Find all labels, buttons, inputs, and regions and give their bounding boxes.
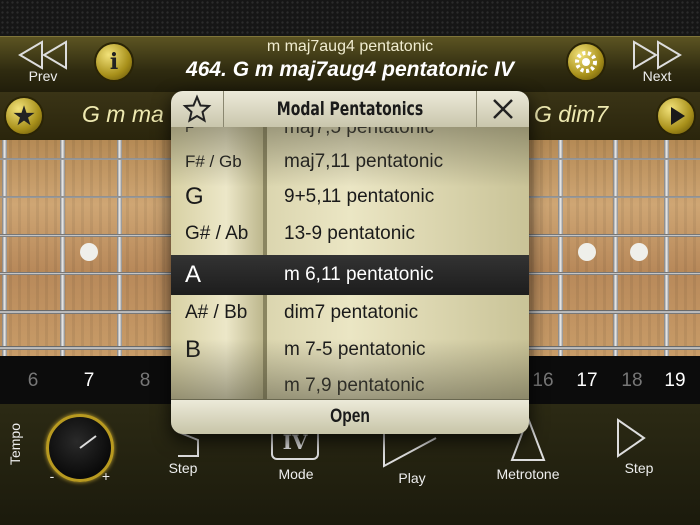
popup-close-button[interactable] — [476, 91, 529, 127]
modal-pentatonics-popup: Modal Pentatonics Fmaj7,5 pentatonic F# /… — [171, 91, 529, 434]
play-chord-button[interactable] — [656, 96, 696, 136]
picker-row[interactable]: G# / Ab 13-9 pentatonic — [171, 216, 529, 252]
fret-number: 16 — [532, 370, 554, 391]
chord-right-text: G dim7 — [534, 101, 609, 127]
mode-icon: IV — [271, 430, 319, 460]
picker-note-label: G — [185, 183, 204, 210]
mode-label: Mode — [278, 466, 314, 482]
step-forward-label: Step — [624, 460, 654, 476]
fret-number: 18 — [621, 370, 643, 391]
open-label: Open — [330, 406, 370, 427]
next-label: Next — [642, 68, 672, 84]
fret-wire — [60, 140, 65, 356]
mode-button[interactable]: IV Mode — [266, 430, 326, 486]
step-forward-icon — [617, 418, 646, 458]
picker-row[interactable]: m 7,9 pentatonic — [171, 368, 529, 399]
picker-note-label: G# / Ab — [185, 223, 249, 244]
step-forward-button[interactable]: Step — [612, 418, 666, 482]
prev-label: Prev — [28, 68, 58, 84]
picker-scale-label: m 6,11 pentatonic — [284, 264, 434, 285]
metrotone-label: Metrotone — [496, 466, 560, 482]
fret-number: 6 — [27, 370, 39, 391]
tempo-plus[interactable]: + — [98, 468, 114, 484]
popup-favorite-button[interactable] — [171, 91, 224, 127]
fret-marker-dot — [80, 243, 98, 261]
fret-number: 8 — [139, 370, 151, 391]
fret-wire — [117, 140, 122, 356]
popup-title: Modal Pentatonics — [276, 98, 424, 120]
double-right-arrow-icon — [633, 40, 682, 70]
fret-wire — [2, 140, 7, 356]
star-icon: ★ — [13, 101, 35, 130]
fret-number: 17 — [576, 370, 598, 391]
step-back-button[interactable]: Step — [160, 430, 206, 482]
fret-wire — [558, 140, 563, 356]
picker-scale-label: maj7,11 pentatonic — [284, 151, 444, 172]
fret-marker-dot — [578, 243, 596, 261]
picker-note-label: A — [185, 261, 202, 288]
double-left-arrow-icon — [18, 40, 67, 70]
scale-subtitle: m maj7aug4 pentatonic — [266, 38, 434, 55]
gear-icon — [575, 51, 597, 73]
fret-wire — [613, 140, 618, 356]
star-outline-icon — [182, 94, 212, 123]
play-icon — [671, 107, 685, 125]
open-button[interactable]: Open — [171, 399, 529, 434]
info-button[interactable]: i — [94, 42, 134, 82]
picker-row[interactable]: F# / Gb maj7,11 pentatonic — [171, 144, 529, 180]
scale-picker[interactable]: Fmaj7,5 pentatonic F# / Gb maj7,11 pentato… — [171, 127, 529, 399]
picker-scale-label: 13-9 pentatonic — [284, 223, 415, 244]
picker-row-selected[interactable]: Am 6,11 pentatonic — [171, 255, 529, 295]
picker-scale-label: m 7-5 pentatonic — [284, 339, 426, 360]
next-button[interactable]: Next — [622, 38, 692, 88]
tempo-minus[interactable]: - — [44, 468, 60, 484]
fret-number: 19 — [664, 370, 686, 391]
picker-row[interactable]: G 9+5,11 pentatonic — [171, 179, 529, 215]
favorite-button[interactable]: ★ — [4, 96, 44, 136]
step-back-icon — [177, 431, 199, 457]
chord-left-text: G m ma — [82, 101, 164, 127]
fret-wire — [664, 140, 669, 356]
play-icon — [383, 430, 437, 468]
picker-note-label: A# / Bb — [185, 302, 248, 323]
picker-row[interactable]: A# / Bb dim7 pentatonic — [171, 295, 529, 331]
step-back-label: Step — [168, 460, 198, 476]
play-label: Play — [398, 470, 426, 486]
fret-marker-dot — [630, 243, 648, 261]
scale-title: 464. G m maj7aug4 pentatonic IV — [186, 58, 514, 81]
tempo-label: Tempo — [7, 422, 23, 466]
prev-button[interactable]: Prev — [8, 38, 78, 88]
fret-number: 7 — [83, 370, 95, 391]
picker-note-label: B — [185, 336, 202, 363]
popup-header: Modal Pentatonics — [171, 91, 529, 128]
close-icon — [493, 99, 513, 119]
picker-note-label: F# / Gb — [185, 152, 242, 171]
play-button[interactable]: Play — [380, 430, 444, 490]
picker-scale-label: dim7 pentatonic — [284, 302, 419, 323]
picker-scale-label: 9+5,11 pentatonic — [284, 186, 435, 207]
picker-row[interactable]: Bm 7-5 pentatonic — [171, 332, 529, 368]
info-icon: i — [109, 49, 119, 75]
settings-button[interactable] — [566, 42, 606, 82]
picker-scale-label: m 7,9 pentatonic — [284, 375, 425, 396]
